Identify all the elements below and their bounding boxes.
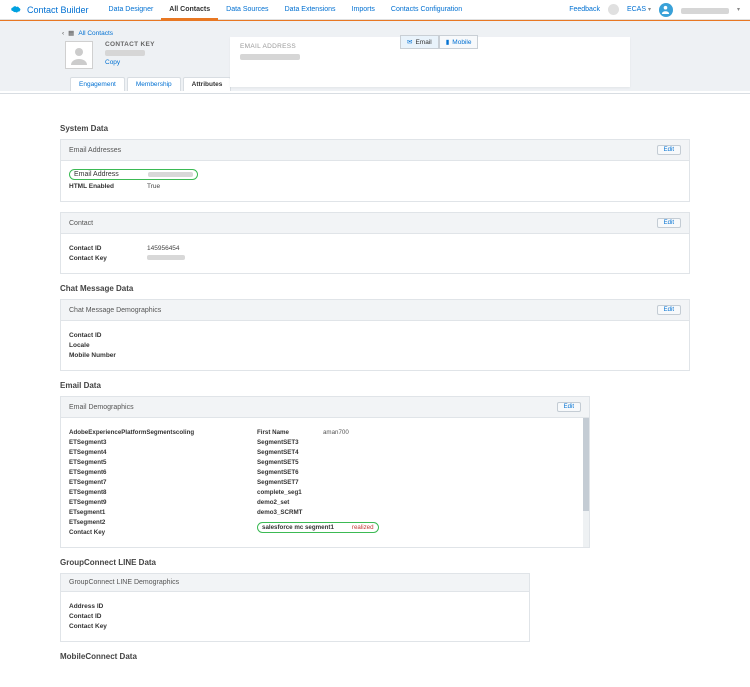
email-icon: ✉ <box>407 38 412 46</box>
side-panel-stub: Edit <box>715 480 750 490</box>
subtab-engagement[interactable]: Engagement <box>70 77 125 91</box>
gc-contactkey-label: Contact Key <box>69 623 147 630</box>
tab-data-designer[interactable]: Data Designer <box>101 0 162 20</box>
scrollbar[interactable] <box>583 418 589 547</box>
gc-contactid-label: Contact ID <box>69 613 147 620</box>
panel-contact: Contact Edit Contact ID 145956454 Contac… <box>60 212 690 274</box>
user-avatar-icon[interactable] <box>659 3 673 17</box>
section-groupconnect: GroupConnect LINE Data <box>60 558 690 567</box>
demo-col2-3: SegmentSET5 <box>257 459 299 466</box>
cloud-icon <box>10 5 22 14</box>
mobile-channel-button[interactable]: ▮ Mobile <box>439 35 479 49</box>
edit-button-chat[interactable]: Edit <box>657 305 681 315</box>
html-enabled-label: HTML Enabled <box>69 183 147 190</box>
contact-meta: CONTACT KEY Copy <box>105 41 155 66</box>
back-icon[interactable]: ‹ <box>62 30 64 37</box>
panel-chat-demographics: Chat Message Demographics Edit Contact I… <box>60 299 690 371</box>
feedback-link[interactable]: Feedback <box>569 6 600 13</box>
panel-title-email-demographics: Email Demographics <box>69 404 134 411</box>
demo-col1-1: ETSegment3 <box>69 439 106 446</box>
contact-key-value-redacted-2 <box>147 255 185 260</box>
top-nav: Contact Builder Data Designer All Contac… <box>0 0 750 20</box>
subtab-membership[interactable]: Membership <box>127 77 181 91</box>
nav-tabs: Data Designer All Contacts Data Sources … <box>101 0 471 20</box>
chat-locale-label: Locale <box>69 342 147 349</box>
demo-col1-3: ETSegment5 <box>69 459 106 466</box>
edit-button-email-demo[interactable]: Edit <box>557 402 581 412</box>
demo-col2-7: demo2_set <box>257 499 289 506</box>
panel-gc-demographics: GroupConnect LINE Demographics Address I… <box>60 573 530 642</box>
section-mobileconnect: MobileConnect Data <box>60 652 690 661</box>
chat-contact-id-label: Contact ID <box>69 332 147 339</box>
demo-col1-9: ETsegment2 <box>69 519 105 526</box>
contact-id-label: Contact ID <box>69 245 147 252</box>
email-address-row-highlight: Email Address <box>69 169 198 180</box>
copy-link[interactable]: Copy <box>105 59 120 66</box>
username-redacted <box>681 8 729 14</box>
contact-key-value-redacted <box>105 50 145 56</box>
panel-title-chat-demographics: Chat Message Demographics <box>69 307 161 314</box>
panel-email-demographics: Email Demographics Edit AdobeExperienceP… <box>60 396 590 548</box>
panel-title-contact: Contact <box>69 220 93 227</box>
contact-id-value: 145956454 <box>147 245 180 252</box>
section-system-data: System Data <box>60 124 690 133</box>
demo-col1-10: Contact Key <box>69 529 105 536</box>
demo-col2-1: SegmentSET3 <box>257 439 299 446</box>
html-enabled-value: True <box>147 183 160 190</box>
salesforce-segment-value: realized <box>352 524 374 531</box>
subtab-attributes[interactable]: Attributes <box>183 77 232 91</box>
demo-col2-2: SegmentSET4 <box>257 449 299 456</box>
panel-email-addresses: Email Addresses Edit Email Address HTML … <box>60 139 690 202</box>
breadcrumb-all-contacts[interactable]: All Contacts <box>78 30 113 37</box>
app-title: Contact Builder <box>27 5 89 15</box>
demo-col2-8: demo3_SCRMT <box>257 509 302 516</box>
feedback-avatar-icon <box>608 4 619 15</box>
ecas-dropdown[interactable]: ECAS ▾ <box>627 6 651 13</box>
panel-title-gc: GroupConnect LINE Demographics <box>69 579 179 586</box>
email-address-field-label: Email Address <box>74 171 148 178</box>
tab-imports[interactable]: Imports <box>344 0 383 20</box>
avatar-placeholder-icon <box>65 41 93 69</box>
demo-col1-7: ETSegment9 <box>69 499 106 506</box>
demo-col1-4: ETSegment6 <box>69 469 106 476</box>
contact-key-row-label: Contact Key <box>69 255 147 262</box>
contact-key-label: CONTACT KEY <box>105 41 155 48</box>
salesforce-segment-highlight: salesforce mc segment1 realized <box>257 522 379 533</box>
content: System Data Email Addresses Edit Email A… <box>0 94 750 687</box>
demo-col2-4: SegmentSET6 <box>257 469 299 476</box>
nav-right: Feedback ECAS ▾ ▾ <box>569 3 740 17</box>
mobile-icon: ▮ <box>446 38 450 46</box>
chat-mobile-number-label: Mobile Number <box>69 352 147 359</box>
tab-contacts-config[interactable]: Contacts Configuration <box>383 0 470 20</box>
panel-title-email-addresses: Email Addresses <box>69 147 121 154</box>
edit-button-contact[interactable]: Edit <box>657 218 681 228</box>
demo-col2-5: SegmentSET7 <box>257 479 299 486</box>
contacts-grid-icon: ▦ <box>68 29 74 37</box>
demo-firstname-value: aman700 <box>323 429 349 436</box>
section-chat-data: Chat Message Data <box>60 284 690 293</box>
tab-data-sources[interactable]: Data Sources <box>218 0 276 20</box>
gc-addressid-label: Address ID <box>69 603 147 610</box>
salesforce-segment-label: salesforce mc segment1 <box>262 524 334 531</box>
demo-col2-6: complete_seg1 <box>257 489 302 496</box>
tab-data-extensions[interactable]: Data Extensions <box>277 0 344 20</box>
email-address-redacted <box>240 54 300 60</box>
demo-col1-8: ETsegment1 <box>69 509 105 516</box>
section-email-data: Email Data <box>60 381 690 390</box>
demo-col1-0: AdobeExperiencePlatformSegmentscoling <box>69 429 194 436</box>
user-menu-caret-icon[interactable]: ▾ <box>737 6 740 13</box>
contact-header-area: ‹ ▦ All Contacts CONTACT KEY Copy EMAIL … <box>0 21 750 91</box>
tab-all-contacts[interactable]: All Contacts <box>161 0 218 20</box>
email-channel-button[interactable]: ✉ Email <box>400 35 439 49</box>
demo-col1-2: ETSegment4 <box>69 449 106 456</box>
edit-button-email-addresses[interactable]: Edit <box>657 145 681 155</box>
demo-col1-6: ETSegment8 <box>69 489 106 496</box>
demo-firstname-label: First Name <box>257 429 289 436</box>
demo-col1-5: ETSegment7 <box>69 479 106 486</box>
email-address-value-redacted <box>148 172 193 177</box>
